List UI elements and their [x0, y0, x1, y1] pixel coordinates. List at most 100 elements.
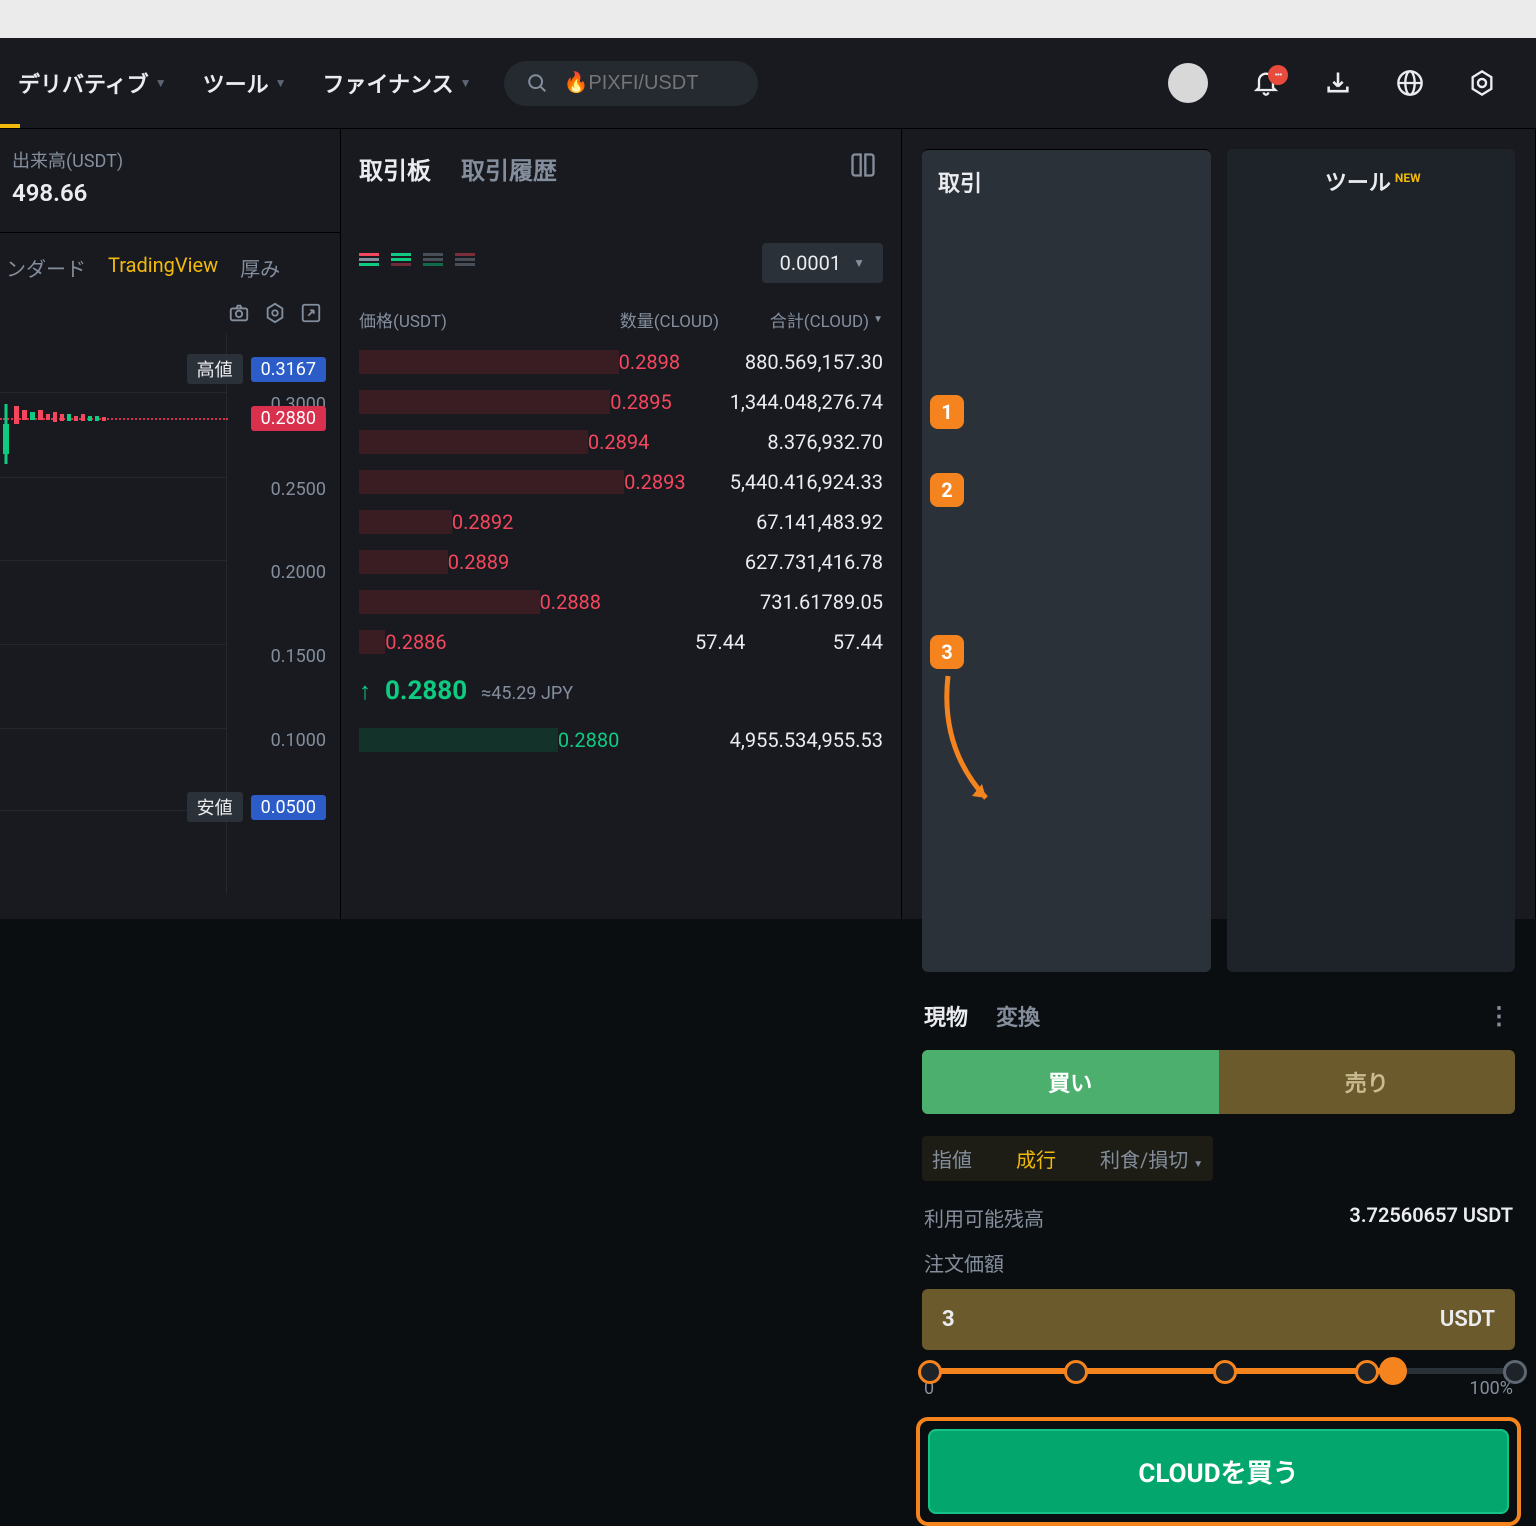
callout-1: 1	[930, 395, 964, 429]
chart-last-price-badge: 0.2880	[251, 406, 326, 431]
row-qty: 57.44	[565, 630, 745, 654]
amount-slider[interactable]	[922, 1368, 1515, 1374]
gear-icon[interactable]	[264, 302, 286, 324]
order-amount-label: 注文価額	[902, 1238, 1535, 1283]
depth-bar	[359, 550, 448, 574]
orderbook-view-asks-icon[interactable]	[423, 253, 443, 273]
available-value: 3.72560657 USDT	[1349, 1203, 1513, 1232]
buy-button[interactable]: CLOUDを買う	[928, 1429, 1509, 1514]
callout-3: 3	[930, 635, 964, 669]
tab-trade-history[interactable]: 取引履歴	[461, 151, 557, 186]
chart-tab-depth[interactable]: 厚み	[240, 253, 280, 282]
orderbook-row[interactable]: 0.2898880.569,157.30	[341, 342, 901, 382]
orderbook-row[interactable]: 0.28935,440.416,924.33	[341, 462, 901, 502]
row-total: 9,157.30	[806, 350, 883, 374]
settings-button[interactable]	[1468, 69, 1496, 97]
orderbook-view-both-icon[interactable]	[359, 253, 379, 273]
tab-orderbook[interactable]: 取引板	[359, 151, 431, 186]
chart-tab-standard[interactable]: ンダード	[6, 253, 86, 282]
row-qty: 67.14	[629, 510, 806, 534]
depth-bar	[359, 728, 558, 752]
orderbook-column: 取引板 取引履歴 0.0001 ▼ 価格(USDT) 数量(CLOUD)	[341, 129, 902, 919]
high-value: 0.3167	[251, 357, 326, 382]
ytick: 0.1500	[271, 646, 326, 667]
row-total: 789.05	[822, 590, 883, 614]
col-total[interactable]: 合計(CLOUD)▼	[719, 307, 883, 332]
trade-subtabs: 現物 変換 ⋮	[902, 992, 1535, 1050]
row-qty: 880.56	[712, 350, 806, 374]
buy-toggle[interactable]: 買い	[922, 1050, 1219, 1114]
row-total: 57.44	[745, 630, 883, 654]
ytick: 0.1000	[271, 730, 326, 751]
price-chart[interactable]: 高値 0.3167 0.3000 0.2500 0.2000 0.1500 0.…	[0, 334, 340, 894]
nav-derivatives[interactable]: デリバティブ ▼	[0, 67, 185, 99]
main-row: 出来高(USDT) 498.66 ンダード TradingView 厚み	[0, 128, 1536, 919]
orderbook-row[interactable]: 0.288657.4457.44	[341, 622, 901, 662]
order-type-market[interactable]: 成行	[1006, 1140, 1066, 1177]
row-qty: 4,955.53	[682, 728, 806, 752]
fullscreen-icon[interactable]	[300, 302, 322, 324]
last-price-value: 0.2880	[385, 676, 467, 706]
orderbook-view-single-icon[interactable]	[455, 253, 475, 273]
notifications-button[interactable]: •••	[1252, 69, 1280, 97]
slider-stop[interactable]	[1213, 1360, 1237, 1384]
download-button[interactable]	[1324, 69, 1352, 97]
last-price-approx: ≈45.29 JPY	[481, 683, 573, 704]
row-qty: 8.37	[697, 430, 806, 454]
subtab-convert[interactable]: 変換	[996, 1000, 1040, 1032]
camera-icon[interactable]	[228, 302, 250, 324]
arrow-up-icon: ↑	[359, 677, 371, 706]
order-type-stop[interactable]: 利食/損切 ▼	[1090, 1140, 1213, 1177]
slider-stop[interactable]	[1355, 1360, 1379, 1384]
row-qty: 627.73	[627, 550, 806, 574]
slider-handle[interactable]	[1379, 1357, 1407, 1385]
chevron-down-icon: ▼	[853, 256, 865, 270]
orderbook-row[interactable]: 0.2888731.61789.05	[341, 582, 901, 622]
amount-input[interactable]: 3 USDT	[922, 1289, 1515, 1350]
nav-derivatives-label: デリバティブ	[18, 67, 149, 99]
available-balance: 利用可能残高 3.72560657 USDT	[902, 1197, 1535, 1238]
trading-app: デリバティブ ▼ ツール ▼ ファイナンス ▼ •••	[0, 38, 1536, 919]
tab-tool[interactable]: ツールNEW	[1227, 149, 1516, 972]
search-box[interactable]	[504, 61, 758, 106]
nav-active-indicator	[0, 124, 20, 128]
orderbook-row[interactable]: 0.2889627.731,416.78	[341, 542, 901, 582]
tab-trade[interactable]: 取引	[922, 149, 1211, 972]
nav-finance[interactable]: ファイナンス ▼	[304, 67, 489, 99]
order-type-limit[interactable]: 指値	[922, 1140, 982, 1177]
chart-tab-tradingview[interactable]: TradingView	[108, 253, 218, 282]
subtab-spot[interactable]: 現物	[924, 1000, 968, 1032]
slider-stop[interactable]	[1503, 1360, 1527, 1384]
more-icon[interactable]: ⋮	[1487, 1002, 1513, 1030]
orderbook-row[interactable]: 0.28951,344.048,276.74	[341, 382, 901, 422]
new-badge: NEW	[1395, 171, 1421, 185]
row-qty: 1,344.04	[708, 390, 806, 414]
row-price: 0.2892	[452, 510, 629, 534]
chevron-down-icon: ▼	[275, 76, 287, 90]
gridline	[0, 728, 226, 729]
nav-tools[interactable]: ツール ▼	[185, 67, 305, 99]
row-qty: 731.61	[681, 590, 822, 614]
search-input[interactable]	[562, 71, 736, 96]
ytick: 0.2000	[271, 562, 326, 583]
precision-select[interactable]: 0.0001 ▼	[762, 243, 883, 283]
nav-right: •••	[1168, 63, 1536, 103]
gridline	[0, 477, 226, 478]
avatar[interactable]	[1168, 63, 1208, 103]
slider-stop[interactable]	[918, 1360, 942, 1384]
guide-icon[interactable]	[849, 151, 877, 179]
nav-tools-label: ツール	[203, 67, 269, 99]
chart-mode-tabs: ンダード TradingView 厚み	[0, 233, 340, 296]
sell-toggle[interactable]: 売り	[1219, 1050, 1516, 1114]
chevron-down-icon: ▼	[1193, 1159, 1203, 1170]
chart-low-badge: 安値 0.0500	[187, 792, 326, 822]
high-label: 高値	[187, 354, 243, 384]
trade-tool-tabs: 取引 ツールNEW	[902, 129, 1535, 992]
orderbook-row[interactable]: 0.28804,955.534,955.53	[341, 720, 901, 760]
orderbook-row[interactable]: 0.289267.141,483.92	[341, 502, 901, 542]
arrow-icon	[930, 668, 1010, 828]
orderbook-view-bids-icon[interactable]	[391, 253, 411, 273]
low-value: 0.0500	[251, 795, 326, 820]
language-button[interactable]	[1396, 69, 1424, 97]
orderbook-row[interactable]: 0.28948.376,932.70	[341, 422, 901, 462]
